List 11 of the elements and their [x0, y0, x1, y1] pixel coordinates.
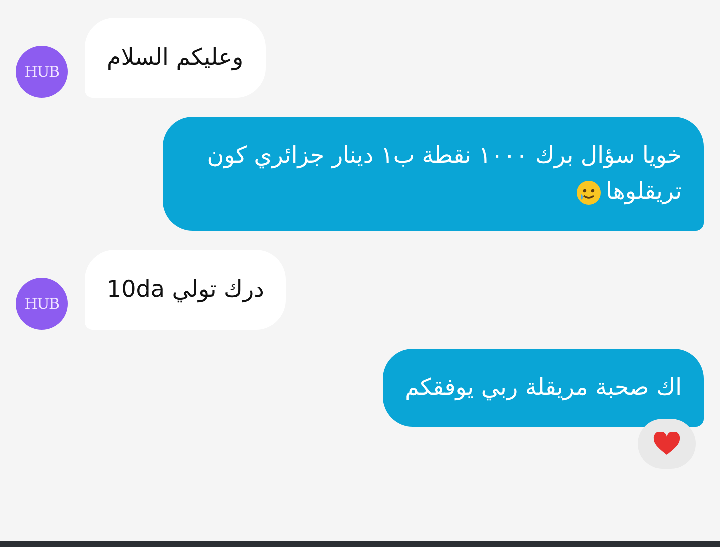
- incoming-message: وعليكم السلام: [85, 18, 266, 98]
- avatar-logo-text: HUB: [24, 294, 60, 315]
- avatar[interactable]: HUB: [16, 278, 68, 330]
- avatar-logo-text: HUB: [24, 62, 60, 83]
- outgoing-message: خويا سؤال برك ١٠٠٠ نقطة ب١ دينار جزائري كون تريقلوها: [163, 117, 704, 231]
- heart-icon: [653, 432, 681, 456]
- incoming-message: درك تولي 10da: [85, 250, 286, 330]
- crying-smile-icon: [576, 180, 602, 206]
- reaction-badge[interactable]: [638, 419, 696, 469]
- avatar[interactable]: HUB: [16, 46, 68, 98]
- outgoing-message: اك صحبة مريقلة ربي يوفقكم: [383, 349, 704, 427]
